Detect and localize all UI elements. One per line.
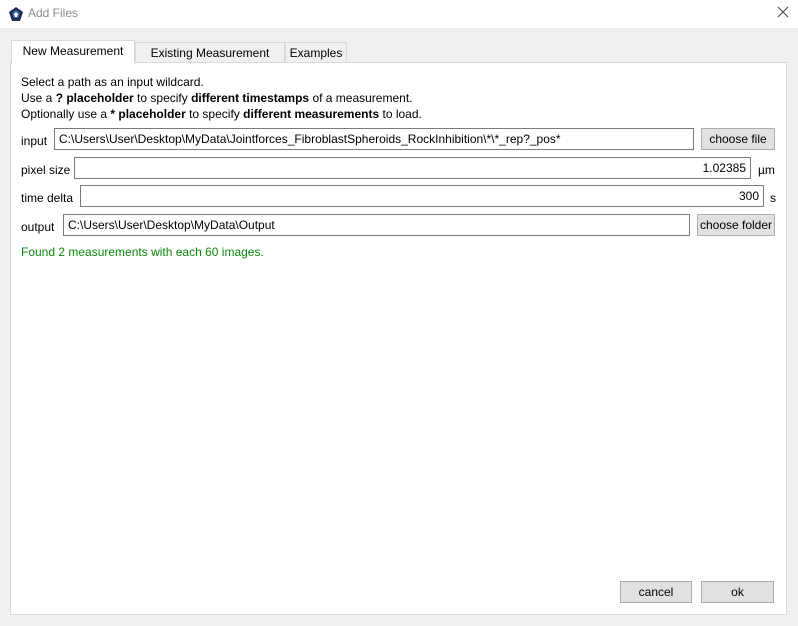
tab-panel-new-measurement: Select a path as an input wildcard. Use … xyxy=(10,62,787,615)
choose-folder-button[interactable]: choose folder xyxy=(697,214,775,236)
input-label: input xyxy=(21,134,48,148)
tab-existing-measurement[interactable]: Existing Measurement xyxy=(135,42,285,63)
close-button[interactable] xyxy=(768,0,798,26)
time-delta-unit: s xyxy=(770,191,776,205)
pixel-size-unit: µm xyxy=(758,163,775,177)
tab-examples[interactable]: Examples xyxy=(285,42,347,63)
window-title: Add Files xyxy=(28,6,79,20)
time-delta-label: time delta xyxy=(21,191,74,205)
instruction-line-2: Use a ? placeholder to specify different… xyxy=(21,91,413,105)
app-logo-icon xyxy=(8,6,24,22)
pixel-size-field[interactable]: 1.02385 xyxy=(74,157,751,179)
instruction-line-3: Optionally use a * placeholder to specif… xyxy=(21,107,422,121)
input-path-field[interactable]: C:\Users\User\Desktop\MyData\Jointforces… xyxy=(54,128,694,150)
tab-new-measurement[interactable]: New Measurement xyxy=(11,40,135,64)
pixel-size-label: pixel size xyxy=(21,163,71,177)
status-message: Found 2 measurements with each 60 images… xyxy=(21,245,264,259)
time-delta-field[interactable]: 300 xyxy=(80,185,764,207)
output-path-field[interactable]: C:\Users\User\Desktop\MyData\Output xyxy=(63,214,690,236)
output-label: output xyxy=(21,220,55,234)
ok-button[interactable]: ok xyxy=(701,581,774,603)
instruction-line-1: Select a path as an input wildcard. xyxy=(21,75,204,89)
choose-file-button[interactable]: choose file xyxy=(701,128,775,150)
close-icon xyxy=(777,6,789,21)
cancel-button[interactable]: cancel xyxy=(620,581,692,603)
title-bar: Add Files xyxy=(0,0,798,28)
